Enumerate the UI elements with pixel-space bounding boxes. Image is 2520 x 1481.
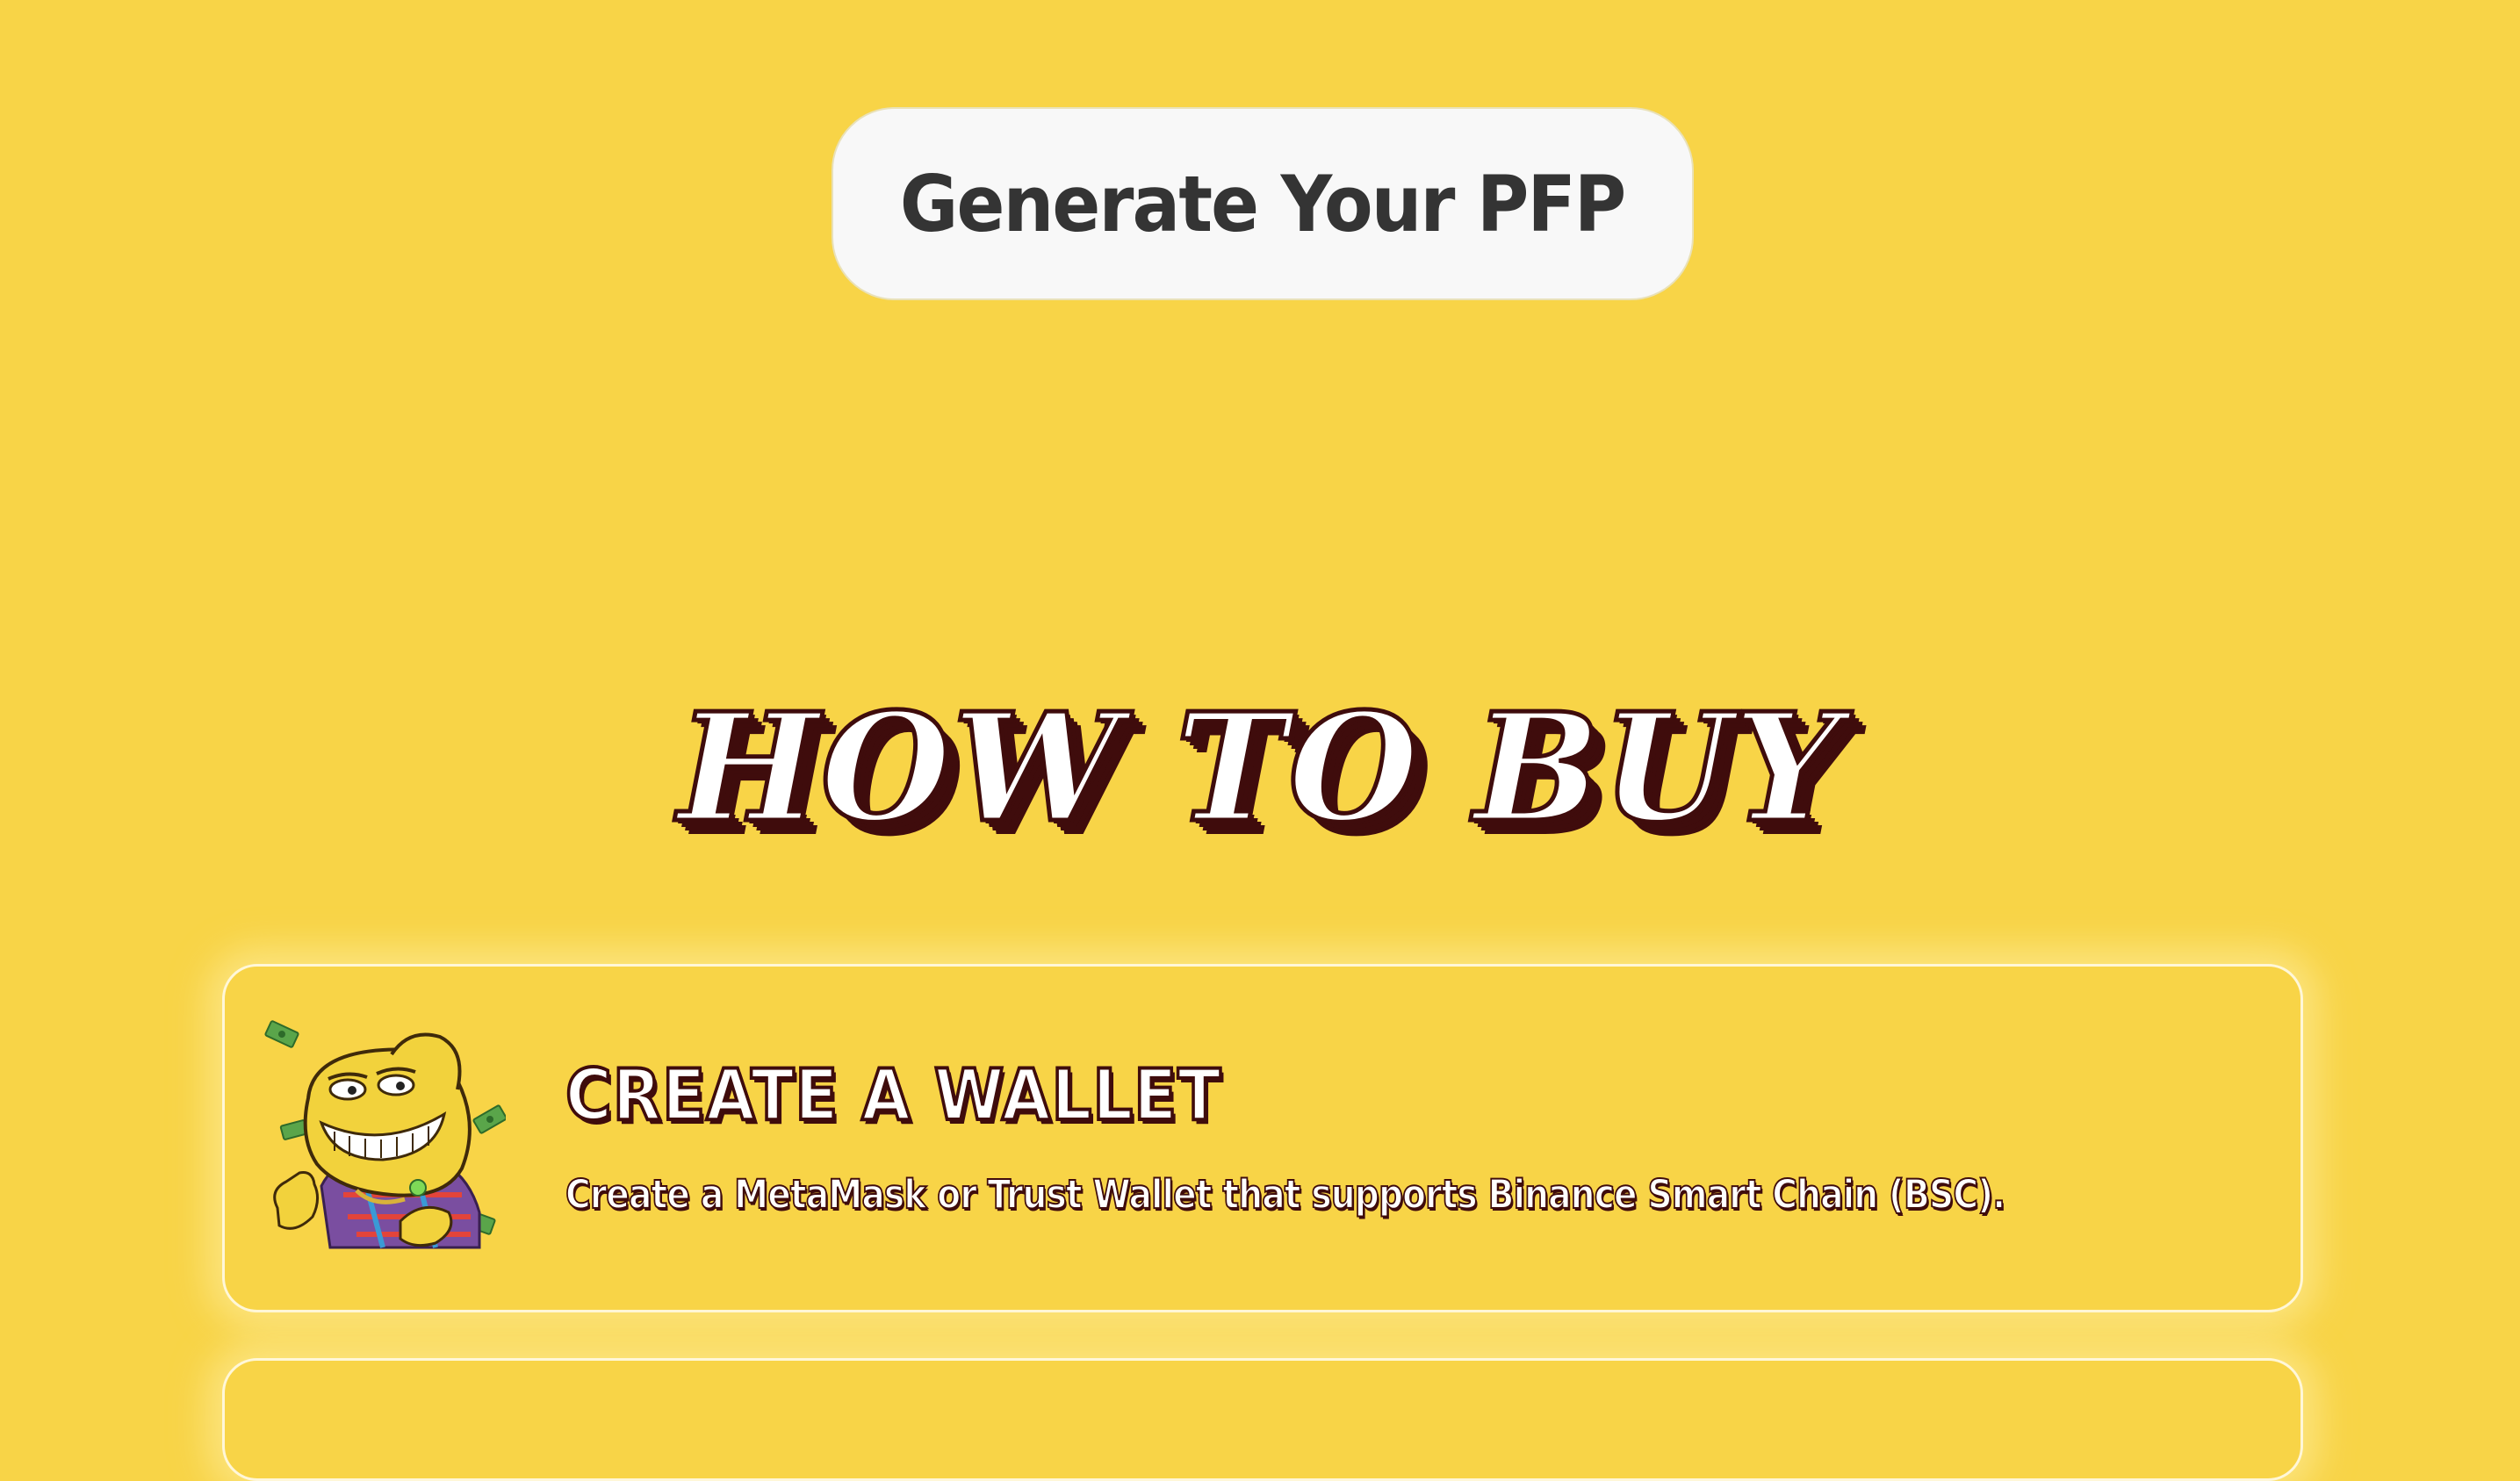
step-card-next	[222, 1358, 2303, 1481]
how-to-buy-heading: HOW TO BUY	[676, 680, 1843, 856]
money-bill-icon	[264, 1020, 299, 1048]
generate-pfp-button[interactable]: Generate Your PFP	[832, 107, 1694, 300]
generate-pfp-label: Generate Your PFP	[900, 158, 1626, 249]
step-description: Create a MetaMask or Trust Wallet that s…	[565, 1170, 2006, 1219]
step-title: CREATE A WALLET	[564, 1053, 1222, 1138]
mascot-money-icon	[264, 1020, 506, 1249]
step-card-create-wallet: CREATE A WALLET Create a MetaMask or Tru…	[222, 964, 2303, 1312]
